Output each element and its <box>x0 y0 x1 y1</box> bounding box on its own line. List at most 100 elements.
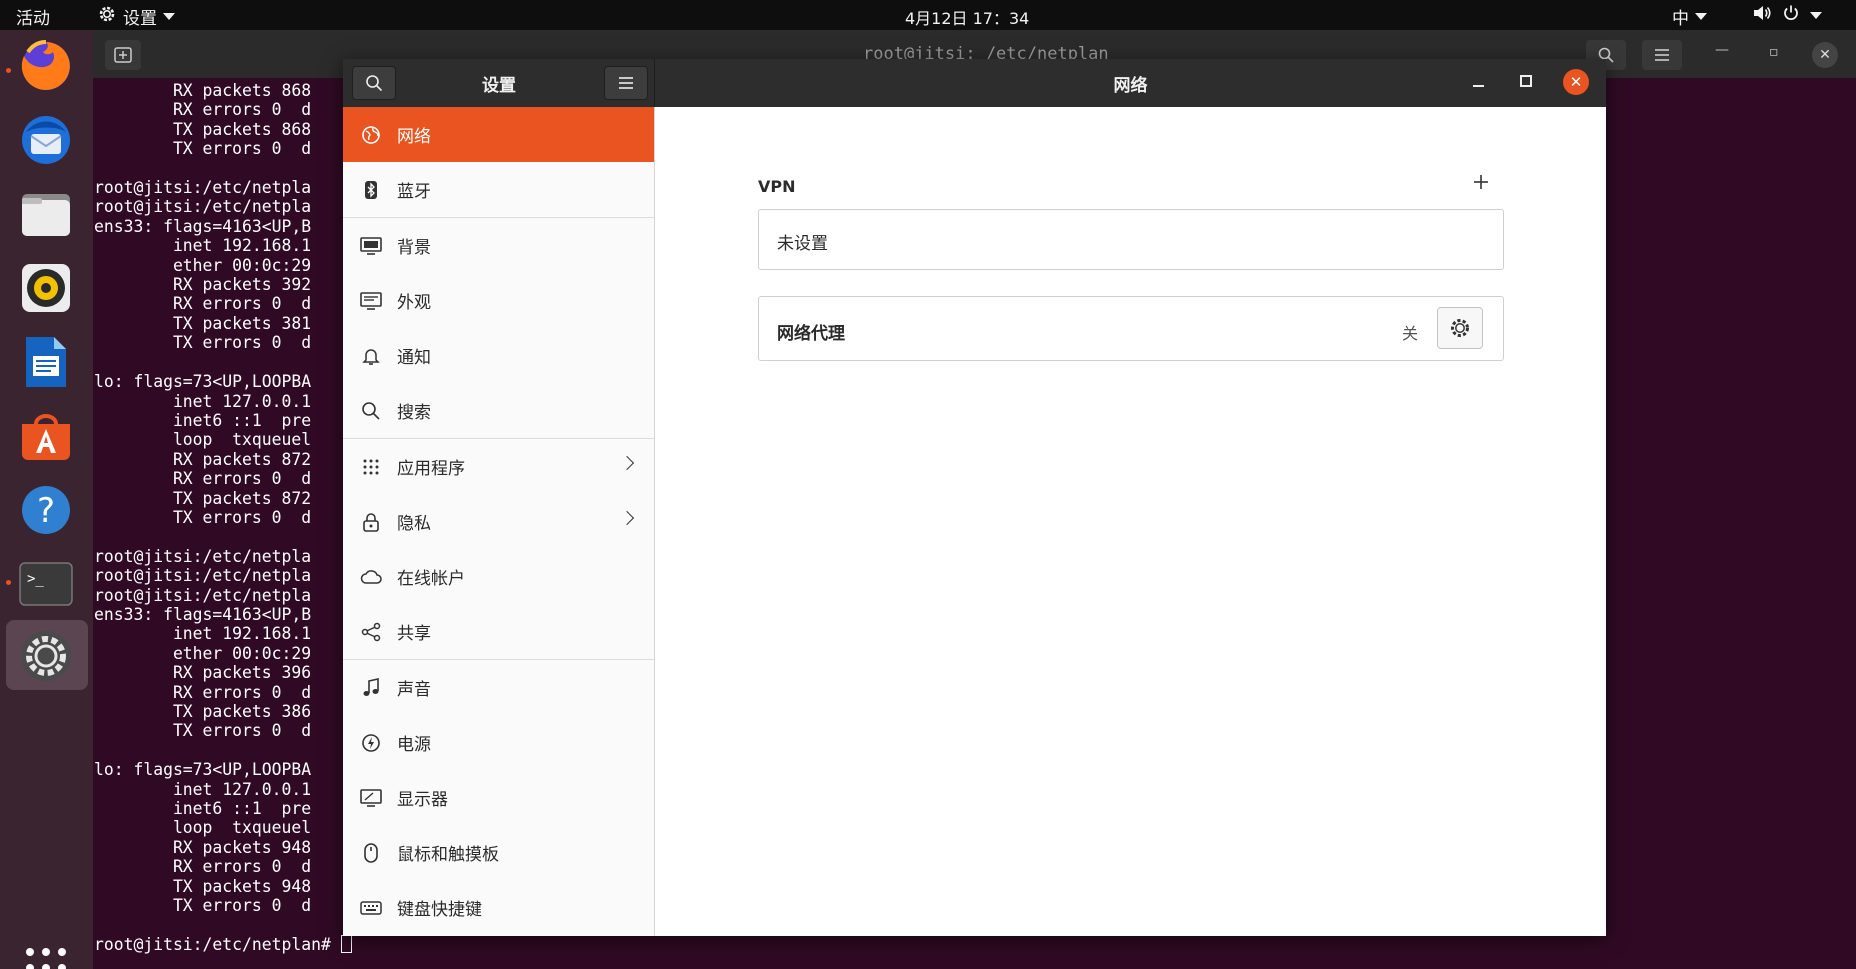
help-icon[interactable]: ? <box>14 478 78 542</box>
sidebar-item-label: 在线帐户 <box>397 569 465 589</box>
gear-icon <box>1451 319 1469 337</box>
vpn-empty-label: 未设置 <box>777 234 828 254</box>
settings-sidebar: 网络 蓝牙 背景 外观 通知 搜索 应用程序 隐私 在线帐户 共享 声音 电源 … <box>343 107 655 936</box>
terminal-output[interactable]: RX packets 868 RX errors 0 d TX packets … <box>94 81 352 954</box>
sidebar-item-label: 通知 <box>397 348 431 368</box>
app-menu-label: 设置 <box>123 9 157 29</box>
app-menu[interactable]: 设置 <box>97 4 175 29</box>
sidebar-item-keyboard-shortcuts[interactable]: 键盘快捷键 <box>343 880 654 935</box>
sidebar-item-background[interactable]: 背景 <box>343 218 654 273</box>
mouse-icon <box>360 842 382 864</box>
rhythmbox-icon[interactable] <box>14 256 78 320</box>
sidebar-item-applications[interactable]: 应用程序 <box>343 439 654 494</box>
sidebar-item-label: 共享 <box>397 624 431 644</box>
sidebar-item-search[interactable]: 搜索 <box>343 383 654 438</box>
terminal-prompt: root@jitsi:/etc/netplan# <box>94 934 341 954</box>
network-proxy-settings-button[interactable] <box>1437 307 1483 349</box>
sidebar-item-label: 鼠标和触摸板 <box>397 845 499 865</box>
volume-icon <box>1752 4 1772 27</box>
sidebar-item-mouse-touchpad[interactable]: 鼠标和触摸板 <box>343 825 654 880</box>
new-tab-button[interactable] <box>105 40 141 70</box>
appearance-icon <box>360 290 382 312</box>
panel-title: 网络 <box>1113 76 1148 96</box>
sidebar-item-notifications[interactable]: 通知 <box>343 328 654 383</box>
chevron-down-icon <box>1810 12 1822 19</box>
terminal-restore-button[interactable]: ▫ <box>1769 44 1779 60</box>
writer-icon[interactable] <box>14 330 78 394</box>
sidebar-item-appearance[interactable]: 外观 <box>343 273 654 328</box>
settings-menu-button[interactable] <box>604 66 648 100</box>
terminal-close-button[interactable]: ✕ <box>1812 42 1838 68</box>
show-applications-icon[interactable] <box>26 948 66 969</box>
sidebar-item-label: 网络 <box>397 127 431 147</box>
terminal-cursor <box>340 934 352 953</box>
sidebar-item-label: 搜索 <box>397 403 431 423</box>
sidebar-item-label: 显示器 <box>397 790 448 810</box>
bluetooth-icon <box>360 179 382 201</box>
terminal-menu-button[interactable] <box>1642 40 1682 70</box>
bell-icon <box>360 345 382 367</box>
sidebar-item-sound[interactable]: 声音 <box>343 660 654 715</box>
running-indicator <box>6 68 11 73</box>
network-panel: VPN 未设置 网络代理 关 <box>655 107 1606 936</box>
sidebar-item-label: 键盘快捷键 <box>397 900 482 920</box>
hamburger-icon <box>619 77 633 89</box>
sidebar-item-displays[interactable]: 显示器 <box>343 770 654 825</box>
share-icon <box>360 621 382 643</box>
terminal-minimize-button[interactable]: — <box>1715 42 1729 58</box>
close-button[interactable]: ✕ <box>1563 69 1589 95</box>
network-proxy-state: 关 <box>1402 324 1419 343</box>
sidebar-item-label: 应用程序 <box>397 459 465 479</box>
input-method-menu[interactable]: 中 <box>1672 4 1707 29</box>
input-method-label: 中 <box>1672 9 1689 29</box>
running-indicator <box>6 580 11 585</box>
settings-window: 设置 网络 ✕ 网络 蓝牙 背景 外观 通知 搜索 应用程序 隐私 在线帐户 共… <box>343 59 1606 936</box>
sidebar-item-bluetooth[interactable]: 蓝牙 <box>343 162 654 217</box>
power-icon <box>360 732 382 754</box>
software-icon[interactable] <box>14 404 78 468</box>
clock[interactable]: 4月12日 17：34 <box>905 5 1029 29</box>
music-note-icon <box>360 677 382 699</box>
dock: ? >_ <box>0 30 93 969</box>
thunderbird-icon[interactable] <box>14 108 78 172</box>
svg-text:?: ? <box>37 491 55 531</box>
sidebar-item-network[interactable]: 网络 <box>343 107 654 162</box>
system-menu[interactable] <box>1752 4 1822 27</box>
add-vpn-button[interactable] <box>1468 169 1494 195</box>
network-proxy-label: 网络代理 <box>777 324 845 344</box>
chevron-right-icon <box>619 510 635 526</box>
sidebar-item-label: 外观 <box>397 293 431 313</box>
top-bar: 活动 设置 4月12日 17：34 中 <box>0 0 1856 30</box>
cloud-icon <box>360 566 382 588</box>
sidebar-item-power[interactable]: 电源 <box>343 715 654 770</box>
activities-button[interactable]: 活动 <box>16 4 50 29</box>
chevron-down-icon <box>163 13 175 20</box>
background-icon <box>360 235 382 257</box>
sidebar-item-label: 声音 <box>397 680 431 700</box>
terminal-icon[interactable]: >_ <box>14 552 78 616</box>
sidebar-item-label: 蓝牙 <box>397 182 431 202</box>
settings-gear-icon <box>97 4 117 29</box>
sidebar-item-online-accounts[interactable]: 在线帐户 <box>343 549 654 604</box>
lock-icon <box>360 511 382 533</box>
chevron-down-icon <box>1695 13 1707 20</box>
firefox-icon[interactable] <box>14 34 78 98</box>
sidebar-item-label: 隐私 <box>397 514 431 534</box>
sidebar-item-sharing[interactable]: 共享 <box>343 604 654 659</box>
settings-icon[interactable] <box>14 624 78 688</box>
minimize-button[interactable] <box>1469 71 1489 95</box>
keyboard-icon <box>360 897 382 919</box>
network-icon <box>360 124 382 146</box>
maximize-button[interactable] <box>1520 75 1532 87</box>
settings-header: 设置 网络 ✕ <box>343 59 1606 107</box>
sidebar-item-label: 背景 <box>397 238 431 258</box>
files-icon[interactable] <box>14 182 78 246</box>
plus-icon <box>1474 175 1488 189</box>
chevron-right-icon <box>619 455 635 471</box>
svg-text:>_: >_ <box>27 571 44 587</box>
network-proxy-row[interactable]: 网络代理 关 <box>758 296 1504 361</box>
vpn-section-label: VPN <box>758 177 796 196</box>
power-icon <box>1782 4 1800 27</box>
search-icon <box>360 400 382 422</box>
sidebar-item-privacy[interactable]: 隐私 <box>343 494 654 549</box>
